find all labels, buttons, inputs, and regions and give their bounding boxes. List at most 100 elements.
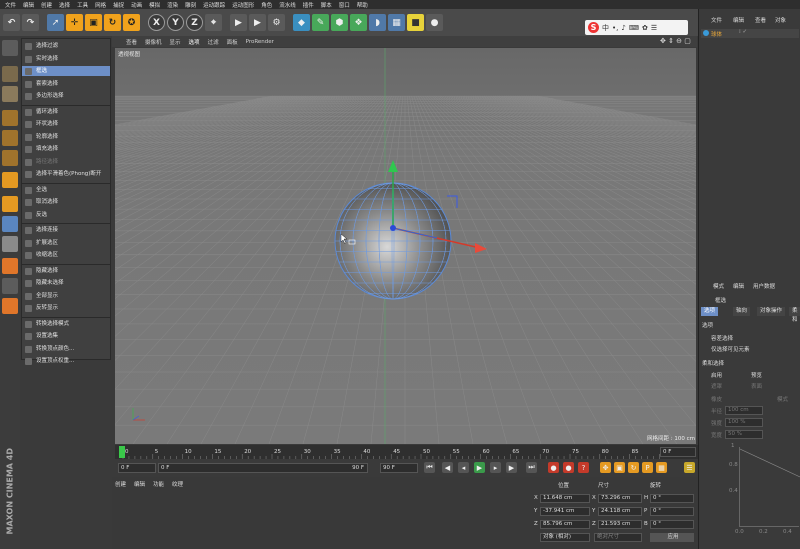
coord-mode-select[interactable]: 对象 (相对) <box>540 533 590 542</box>
viewport-menu-options[interactable]: 选项 <box>189 38 200 46</box>
radius-field[interactable]: 100 cm <box>725 406 763 415</box>
current-frame-field[interactable]: 0 F <box>118 463 156 473</box>
rotation-p-field[interactable]: 0 ° <box>650 507 694 516</box>
edges-mode-icon[interactable] <box>2 130 18 146</box>
render-settings-icon[interactable]: ⚙ <box>268 14 285 31</box>
record-active-icon[interactable]: ● <box>548 462 559 473</box>
ime-keyboard-icon[interactable]: ⌨ <box>629 24 639 32</box>
material-tab-texture[interactable]: 纹理 <box>172 480 183 488</box>
select-menu-item[interactable]: 设置选集 <box>22 331 110 341</box>
go-to-end-icon[interactable]: ⏭ <box>526 462 537 473</box>
key-position-icon[interactable]: ✥ <box>600 462 611 473</box>
object-name[interactable]: 球体 <box>711 30 722 38</box>
obj-menu-file[interactable]: 文件 <box>711 16 722 24</box>
uv-mode-icon[interactable] <box>2 172 18 188</box>
planar-workplane-icon[interactable] <box>2 278 18 294</box>
viewport-menu-camera[interactable]: 摄像机 <box>145 38 162 46</box>
cloner-icon[interactable]: ❖ <box>350 14 367 31</box>
material-tab-edit[interactable]: 编辑 <box>134 480 145 488</box>
tweak-mode-icon[interactable] <box>2 298 18 314</box>
position-x-field[interactable]: 11.648 cm <box>540 494 590 503</box>
select-menu-item[interactable]: 实时选择 <box>22 54 110 64</box>
width-field[interactable]: 50 % <box>725 430 763 439</box>
menu-file[interactable]: 文件 <box>5 1 16 9</box>
menu-help[interactable]: 帮助 <box>357 1 368 9</box>
select-tool-icon[interactable]: ➚ <box>47 14 64 31</box>
select-menu-item[interactable]: 框选 <box>22 66 110 76</box>
select-menu-item[interactable]: 反转显示 <box>22 303 110 313</box>
menu-character[interactable]: 角色 <box>261 1 272 9</box>
apply-button[interactable]: 应用 <box>650 533 694 542</box>
select-menu-item[interactable]: 反选 <box>22 210 110 220</box>
coordinate-system-icon[interactable]: ⌖ <box>205 14 222 31</box>
position-z-field[interactable]: 85.796 cm <box>540 520 590 529</box>
render-view-icon[interactable]: ▶ <box>230 14 247 31</box>
end-frame-field[interactable]: 90 F <box>380 463 418 473</box>
x-axis-lock-icon[interactable]: X <box>148 14 165 31</box>
ime-mode-label[interactable]: 中 <box>602 23 609 33</box>
material-tab-create[interactable]: 创建 <box>115 480 126 488</box>
texture-mode-icon[interactable] <box>2 86 18 102</box>
move-tool-icon[interactable]: ✛ <box>66 14 83 31</box>
menu-mograph[interactable]: 运动图形 <box>232 1 254 9</box>
key-rotation-icon[interactable]: ↻ <box>628 462 639 473</box>
select-menu-item[interactable]: 扩展选区 <box>22 238 110 248</box>
object-row[interactable]: 球体 ⁞ ✓ <box>701 29 799 38</box>
right-frame-field[interactable]: 0 F <box>660 447 696 457</box>
ime-tools-icon[interactable]: ☰ <box>651 24 657 32</box>
select-menu-item[interactable]: 填充选择 <box>22 144 110 154</box>
soft-preview-label[interactable]: 预览 <box>751 371 762 379</box>
select-menu-item[interactable]: 设置顶点权重... <box>22 356 110 366</box>
attr-menu-mode[interactable]: 模式 <box>713 282 724 290</box>
key-parameter-icon[interactable]: P <box>642 462 653 473</box>
ime-skin-icon[interactable]: ✿ <box>642 24 648 32</box>
play-icon[interactable]: ▶ <box>474 462 485 473</box>
viewport-menu-display[interactable]: 显示 <box>170 38 181 46</box>
menu-select[interactable]: 选择 <box>59 1 70 9</box>
playhead[interactable] <box>119 446 125 458</box>
menu-pipeline[interactable]: 流水线 <box>279 1 296 9</box>
undo-icon[interactable]: ↶ <box>3 14 20 31</box>
floor-icon[interactable]: ▦ <box>388 14 405 31</box>
autokey-icon[interactable]: ● <box>563 462 574 473</box>
select-menu-item[interactable]: 多边形选择 <box>22 91 110 101</box>
menu-snap[interactable]: 捕捉 <box>113 1 124 9</box>
timeline-ticks[interactable]: 051015202530354045505560657075808590 <box>115 445 700 459</box>
timeline-ruler[interactable]: 051015202530354045505560657075808590 <box>115 445 700 459</box>
size-z-field[interactable]: 21.593 cm <box>598 520 642 529</box>
snap-icon[interactable] <box>2 236 18 252</box>
workplane-icon[interactable] <box>2 216 18 232</box>
menu-script[interactable]: 脚本 <box>321 1 332 9</box>
z-axis-lock-icon[interactable]: Z <box>186 14 203 31</box>
material-tab-function[interactable]: 功能 <box>153 480 164 488</box>
select-menu-item[interactable]: 收缩选区 <box>22 250 110 260</box>
pen-icon[interactable]: ✎ <box>312 14 329 31</box>
prev-frame-icon[interactable]: ◂ <box>458 462 469 473</box>
viewport-menu-view[interactable]: 查看 <box>126 38 137 46</box>
select-menu-item[interactable]: 转换顶点颜色... <box>22 344 110 354</box>
light-icon[interactable]: ● <box>426 14 443 31</box>
size-y-field[interactable]: 24.118 cm <box>598 507 642 516</box>
recent-tool-icon[interactable]: ✪ <box>123 14 140 31</box>
menu-render[interactable]: 渲染 <box>167 1 178 9</box>
menu-mesh[interactable]: 网格 <box>95 1 106 9</box>
select-menu-item[interactable]: 隐藏选择 <box>22 266 110 276</box>
menu-motion-tracking[interactable]: 运动跟踪 <box>203 1 225 9</box>
axis-mode-icon[interactable] <box>2 196 18 212</box>
deformer-icon[interactable]: ◗ <box>369 14 386 31</box>
select-menu-item[interactable]: 环状选择 <box>22 119 110 129</box>
obj-menu-object[interactable]: 对象 <box>775 16 786 24</box>
object-visibility-icon[interactable]: ⁞ ✓ <box>739 29 747 35</box>
menu-create[interactable]: 创建 <box>41 1 52 9</box>
obj-menu-view[interactable]: 查看 <box>755 16 766 24</box>
locked-workplane-icon[interactable] <box>2 258 18 274</box>
attr-tab-options[interactable]: 选项 <box>701 307 719 316</box>
ime-punct-icon[interactable]: •, <box>612 24 618 32</box>
select-menu-item[interactable]: 全选 <box>22 185 110 195</box>
select-menu-item[interactable]: 选择平滑着色(Phong)断开 <box>22 169 110 179</box>
viewport-menu-prorender[interactable]: ProRender <box>246 39 274 45</box>
points-mode-icon[interactable] <box>2 110 18 126</box>
menu-tools[interactable]: 工具 <box>77 1 88 9</box>
render-to-picture-viewer-icon[interactable]: ▶ <box>249 14 266 31</box>
attr-menu-edit[interactable]: 编辑 <box>733 282 744 290</box>
